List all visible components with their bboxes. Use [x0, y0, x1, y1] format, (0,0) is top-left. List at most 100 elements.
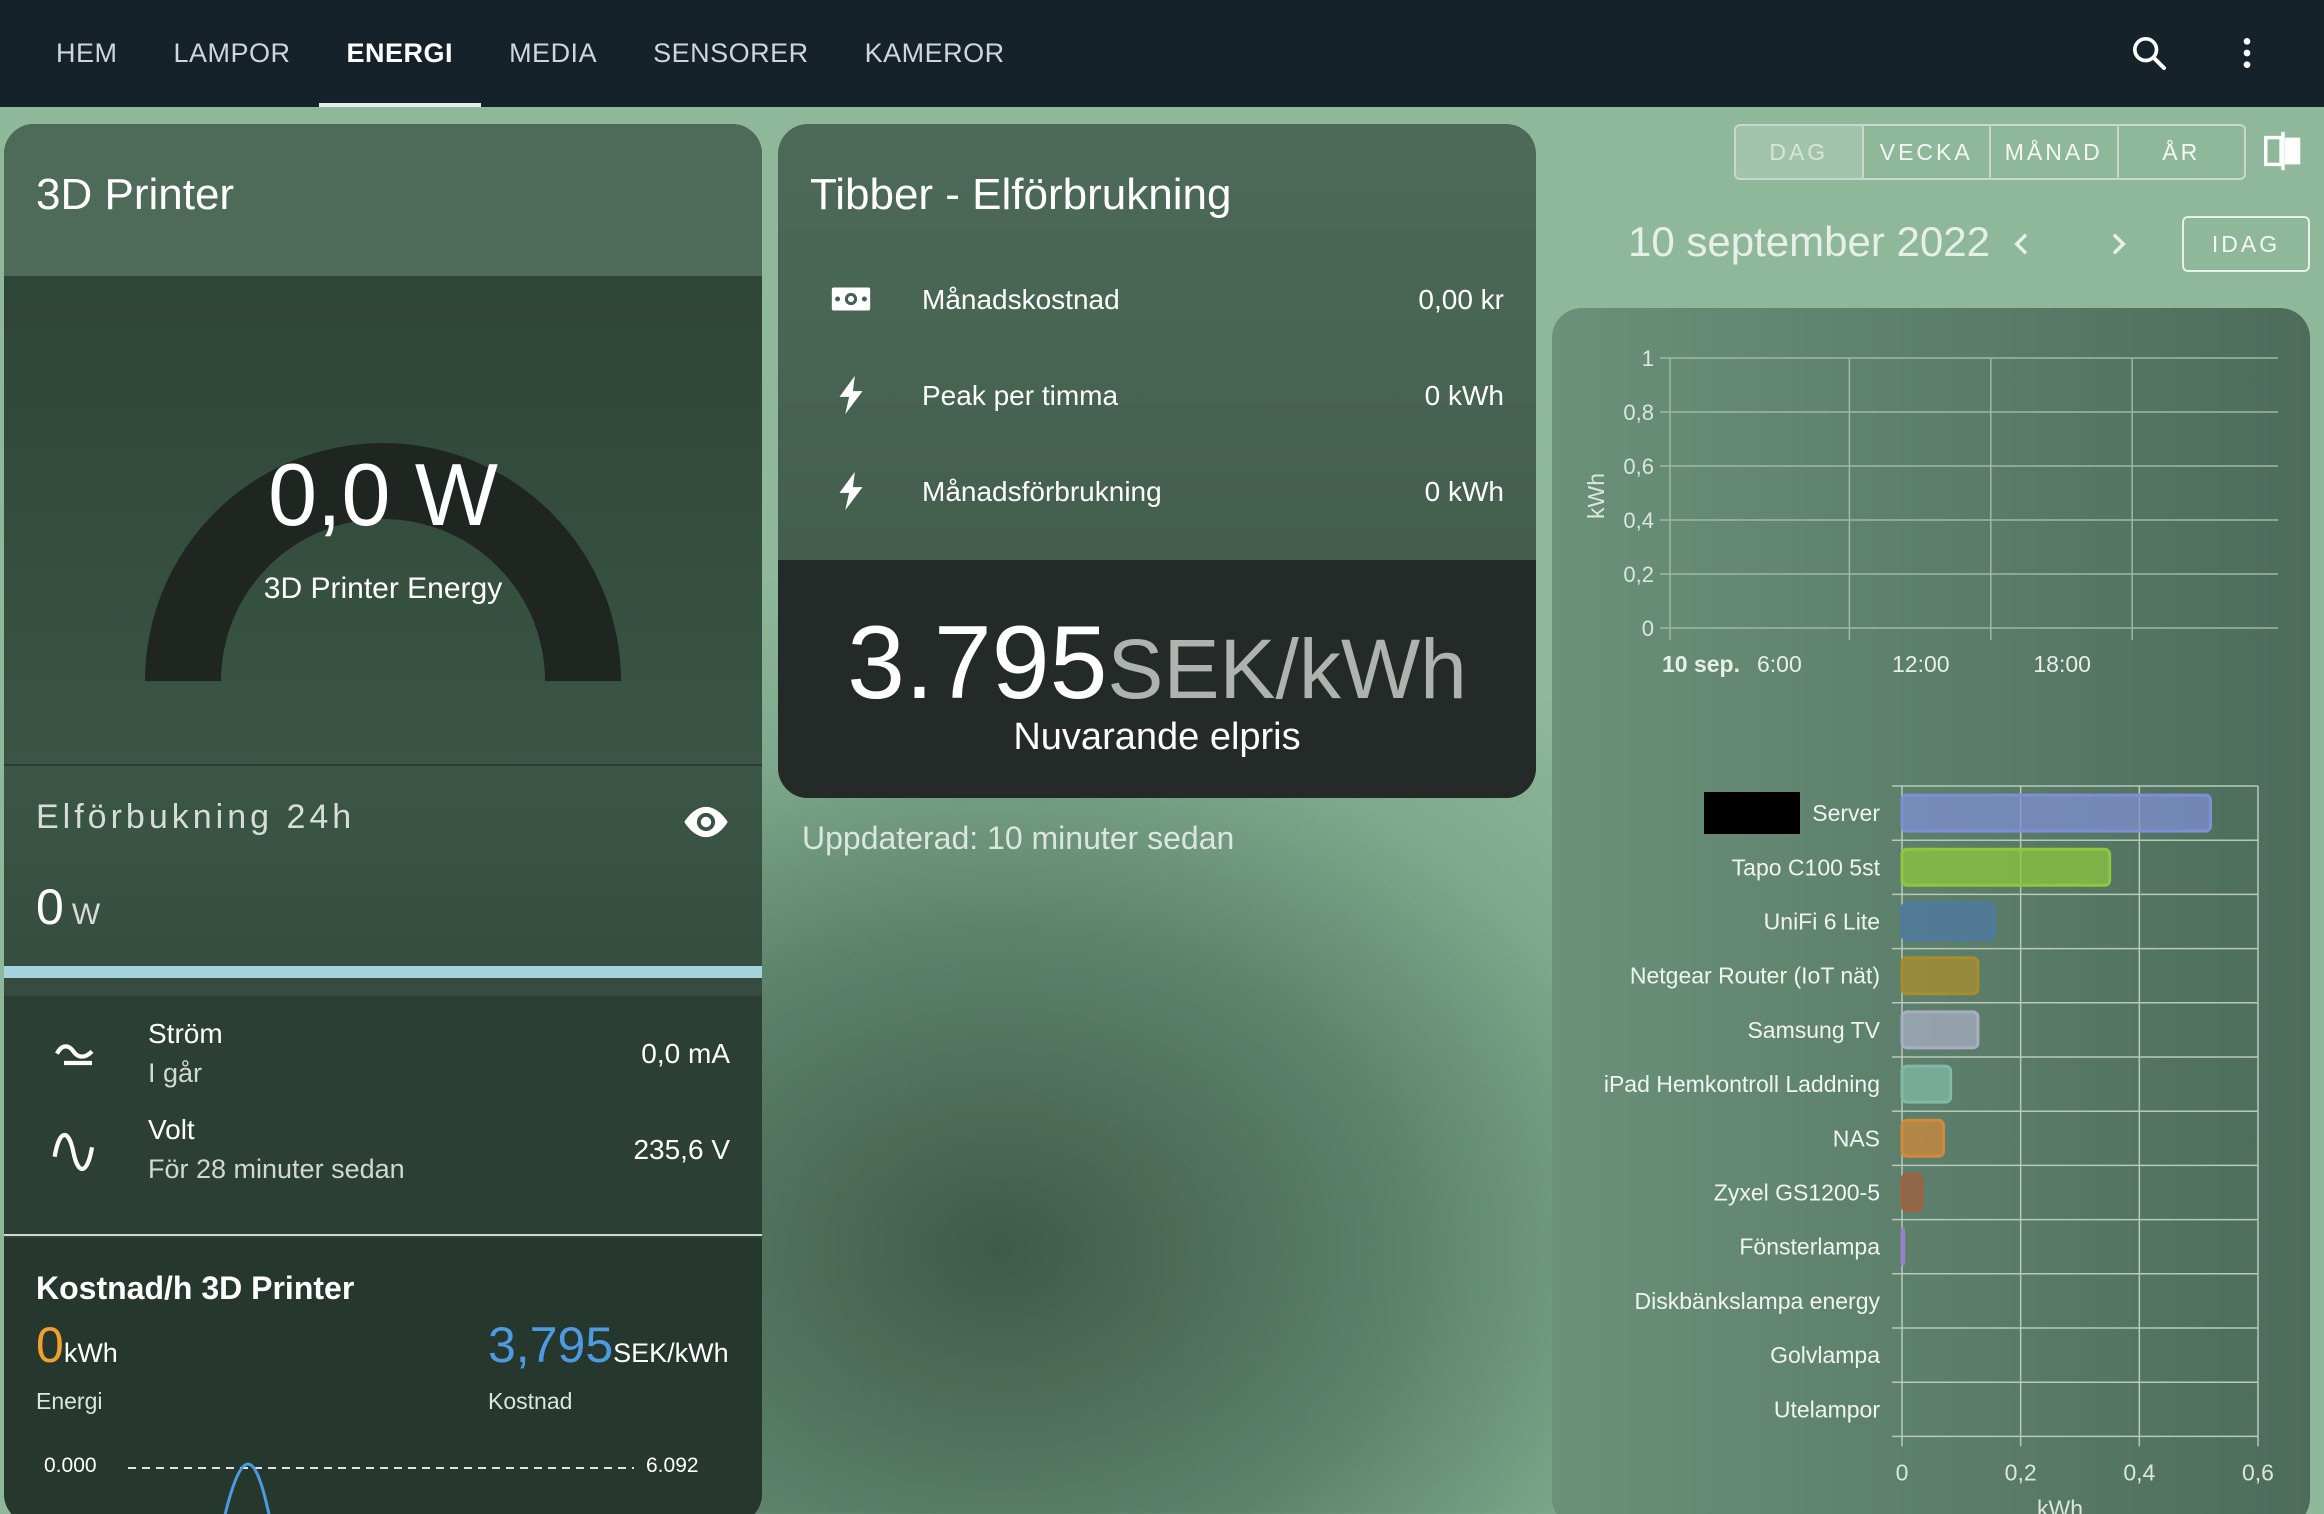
bar	[1900, 847, 2112, 887]
bar	[1900, 956, 1980, 996]
power-gauge[interactable]: 0,0 W 3D Printer Energy	[4, 276, 762, 764]
compare-icon[interactable]	[2260, 128, 2306, 174]
tab-sensorer[interactable]: SENSORER	[625, 0, 837, 107]
sensor-value: 0,0 mA	[641, 1038, 730, 1069]
x-tick-label: 0,4	[2123, 1459, 2155, 1485]
x-tick-label: 0,6	[2242, 1459, 2274, 1485]
tab-kameror[interactable]: KAMEROR	[837, 0, 1033, 107]
category-label: NAS	[1833, 1125, 1880, 1151]
price-label: Nuvarande elpris	[1013, 716, 1301, 758]
category-label: Netgear Router (IoT nät)	[1630, 963, 1880, 989]
x-tick-label: 10 sep.	[1662, 651, 1740, 677]
sensor-name: Ström	[148, 1018, 223, 1049]
chevron-left-icon[interactable]	[2000, 222, 2044, 266]
tibber-row-monthly-usage[interactable]: Månadsförbrukning 0 kWh	[778, 456, 1536, 526]
period-selector: DAG VECKA MÅNAD ÅR	[1734, 124, 2246, 180]
energy-unit: kWh	[63, 1338, 118, 1368]
energy-stat: 0kWh	[36, 1316, 118, 1374]
tab-lampor[interactable]: LAMPOR	[146, 0, 319, 107]
category-label: Samsung TV	[1747, 1017, 1880, 1043]
tibber-card: Tibber - Elförbrukning Månadskostnad 0,0…	[778, 124, 1536, 798]
category-label: Diskbänkslampa energy	[1635, 1288, 1881, 1314]
sensor-list: Ström I går 0,0 mA Volt För 28 minuter s…	[4, 996, 762, 1236]
bar	[1900, 902, 1996, 941]
period-button-ar[interactable]: ÅR	[2119, 126, 2245, 178]
consumption-graph-line	[4, 966, 762, 978]
tibber-row-monthly-cost[interactable]: Månadskostnad 0,00 kr	[778, 264, 1536, 334]
tibber-row-label: Peak per timma	[922, 380, 1119, 411]
cost-unit: SEK/kWh	[613, 1338, 729, 1368]
current-price[interactable]: 3.795SEK/kWh Nuvarande elpris	[778, 560, 1536, 798]
sensor-row-strom[interactable]: Ström I går 0,0 mA	[4, 1010, 762, 1100]
period-button-dag[interactable]: DAG	[1736, 126, 1864, 178]
tab-hem[interactable]: HEM	[28, 0, 146, 107]
x-axis-title: kWh	[2037, 1495, 2083, 1514]
tibber-row-value: 0 kWh	[1424, 476, 1504, 507]
hourly-usage-chart[interactable]: 0 0,2 0,4 0,6 0,8 1 10 sep. 6:00 12:00 18:00 kWh	[1552, 308, 2310, 708]
category-label: Fönsterlampa	[1739, 1234, 1880, 1260]
tab-media[interactable]: MEDIA	[481, 0, 625, 107]
tab-energi[interactable]: ENERGI	[318, 0, 482, 107]
period-button-manad[interactable]: MÅNAD	[1991, 126, 2119, 178]
category-label: Zyxel GS1200-5	[1714, 1180, 1880, 1206]
sensor-name: Volt	[148, 1114, 195, 1145]
eye-icon[interactable]	[680, 802, 732, 842]
sensor-row-volt[interactable]: Volt För 28 minuter sedan 235,6 V	[4, 1106, 762, 1196]
period-button-vecka[interactable]: VECKA	[1864, 126, 1991, 178]
x-tick-label: 0	[1896, 1459, 1909, 1485]
category-label: Server	[1812, 800, 1880, 826]
x-tick-label: 6:00	[1757, 651, 1802, 677]
x-tick-label: 12:00	[1892, 651, 1950, 677]
cost-sparkline	[128, 1462, 634, 1514]
cost-stat: 3,795SEK/kWh	[488, 1316, 729, 1374]
x-tick-label: 18:00	[2033, 651, 2091, 677]
tibber-row-value: 0 kWh	[1424, 380, 1504, 411]
tibber-row-value: 0,00 kr	[1418, 284, 1504, 315]
chevron-right-icon[interactable]	[2096, 222, 2140, 266]
bar	[1900, 1118, 1946, 1158]
cost-title: Kostnad/h 3D Printer	[36, 1270, 355, 1306]
category-label: Tapo C100 5st	[1732, 854, 1881, 880]
tibber-row-label: Månadsförbrukning	[922, 476, 1162, 507]
bar	[1900, 1010, 1980, 1050]
cost-per-hour: Kostnad/h 3D Printer 0kWh Energi 3,795SE…	[4, 1238, 762, 1514]
category-label: iPad Hemkontroll Laddning	[1604, 1071, 1880, 1097]
y-tick-label: 0,8	[1623, 400, 1654, 425]
date-label: 10 september 2022	[1628, 218, 1990, 265]
category-label: Utelampor	[1774, 1396, 1880, 1422]
y-tick-label: 0,6	[1623, 454, 1654, 479]
redaction-box	[1704, 792, 1800, 834]
x-tick-label: 0,2	[2005, 1459, 2037, 1485]
bar	[1900, 1227, 1906, 1267]
view-tabs: HEM LAMPOR ENERGI MEDIA SENSORER KAMEROR	[28, 0, 1033, 107]
sensor-value: 235,6 V	[633, 1134, 730, 1165]
updated-text: Uppdaterad: 10 minuter sedan	[802, 820, 1235, 856]
search-icon[interactable]	[2124, 28, 2174, 78]
device-usage-chart[interactable]: 0 0,2 0,4 0,6 kWh Server Tapo C100 5st UniFi 6 …	[1552, 760, 2310, 1514]
sensor-updated: I går	[148, 1058, 203, 1088]
tibber-row-label: Månadskostnad	[922, 284, 1120, 315]
tibber-card-title: Tibber - Elförbrukning	[810, 170, 1232, 219]
tibber-row-peak[interactable]: Peak per timma 0 kWh	[778, 360, 1536, 430]
consumption-number: 0	[36, 879, 64, 935]
top-app-bar: HEM LAMPOR ENERGI MEDIA SENSORER KAMEROR	[0, 0, 2324, 107]
sensor-updated: För 28 minuter sedan	[148, 1154, 405, 1184]
category-label: Golvlampa	[1770, 1342, 1880, 1368]
consumption-title: Elförbukning 24h	[36, 798, 356, 836]
energy-charts-card: 0 0,2 0,4 0,6 0,8 1 10 sep. 6:00 12:00 18:00 kWh 0…	[1552, 308, 2310, 1514]
flash-icon	[828, 372, 874, 418]
flash-icon	[828, 468, 874, 514]
printer-card-header: 3D Printer	[4, 124, 762, 276]
y-tick-label: 0,2	[1623, 562, 1654, 587]
today-button[interactable]: IDAG	[2182, 216, 2310, 272]
y-axis-title: kWh	[1583, 473, 1609, 519]
price-value: 3.795	[847, 605, 1108, 721]
cost-label: Kostnad	[488, 1388, 573, 1414]
consumption-unit: W	[71, 898, 101, 931]
more-vert-icon[interactable]	[2222, 28, 2272, 78]
price-unit: SEK/kWh	[1107, 622, 1467, 716]
bar	[1900, 1173, 1924, 1212]
gauge-value: 0,0 W	[268, 445, 498, 544]
energy-label: Energi	[36, 1388, 103, 1414]
y-tick-label: 0	[1642, 616, 1654, 641]
